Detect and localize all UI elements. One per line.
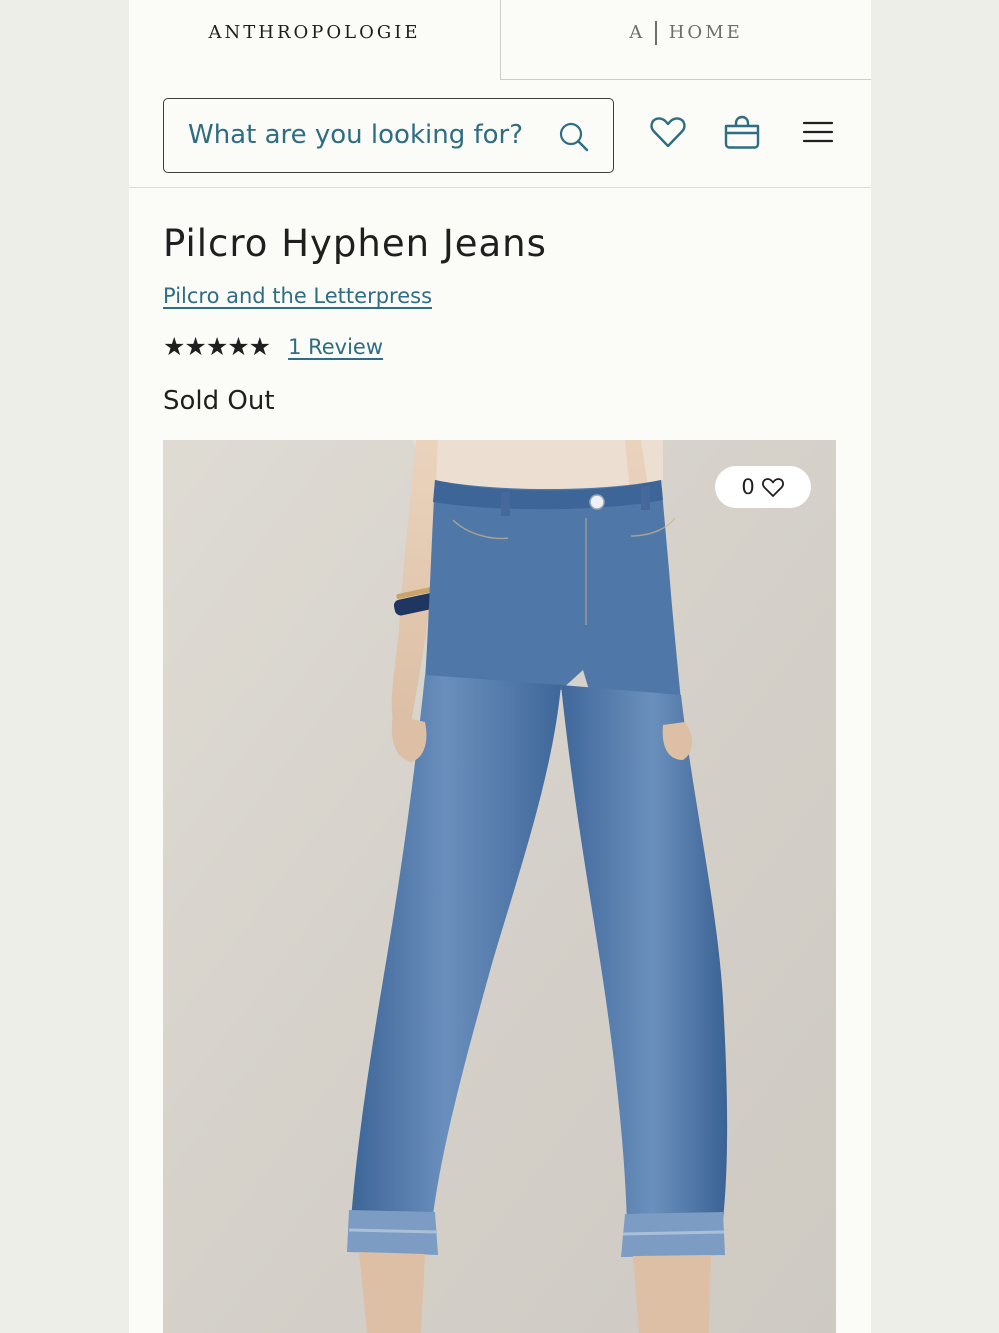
- search-icon[interactable]: [558, 121, 590, 153]
- heart-icon[interactable]: [648, 112, 688, 152]
- rating-row: ★★★★★ 1 Review: [163, 332, 383, 362]
- tab-home-label: HOME: [668, 22, 743, 43]
- brand-tabs: ANTHROPOLOGIE A HOME: [129, 0, 871, 80]
- product-page: ANTHROPOLOGIE A HOME What are you lookin…: [129, 0, 871, 1333]
- tab-anthropologie[interactable]: ANTHROPOLOGIE: [129, 0, 500, 80]
- search-input[interactable]: [188, 99, 548, 171]
- favorite-count: 0: [741, 475, 755, 499]
- stock-status: Sold Out: [163, 386, 275, 416]
- header-bar: [129, 80, 871, 188]
- tab-home-prefix: A: [629, 22, 646, 43]
- product-image[interactable]: 0: [163, 440, 836, 1333]
- search-box: [163, 98, 614, 173]
- jeans-photo: [163, 440, 836, 1333]
- reviews-link[interactable]: 1 Review: [288, 335, 383, 359]
- brand-link[interactable]: Pilcro and the Letterpress: [163, 284, 432, 308]
- product-title: Pilcro Hyphen Jeans: [163, 222, 547, 265]
- shopping-bag-icon[interactable]: [722, 112, 762, 152]
- favorite-button[interactable]: 0: [715, 466, 811, 508]
- tab-anthropologie-label: ANTHROPOLOGIE: [208, 21, 421, 43]
- star-rating: ★★★★★: [163, 332, 271, 361]
- hamburger-menu-icon[interactable]: [798, 112, 838, 152]
- tab-home-divider: [655, 20, 657, 45]
- tab-home[interactable]: A HOME: [500, 0, 871, 80]
- heart-outline-icon: [761, 478, 784, 497]
